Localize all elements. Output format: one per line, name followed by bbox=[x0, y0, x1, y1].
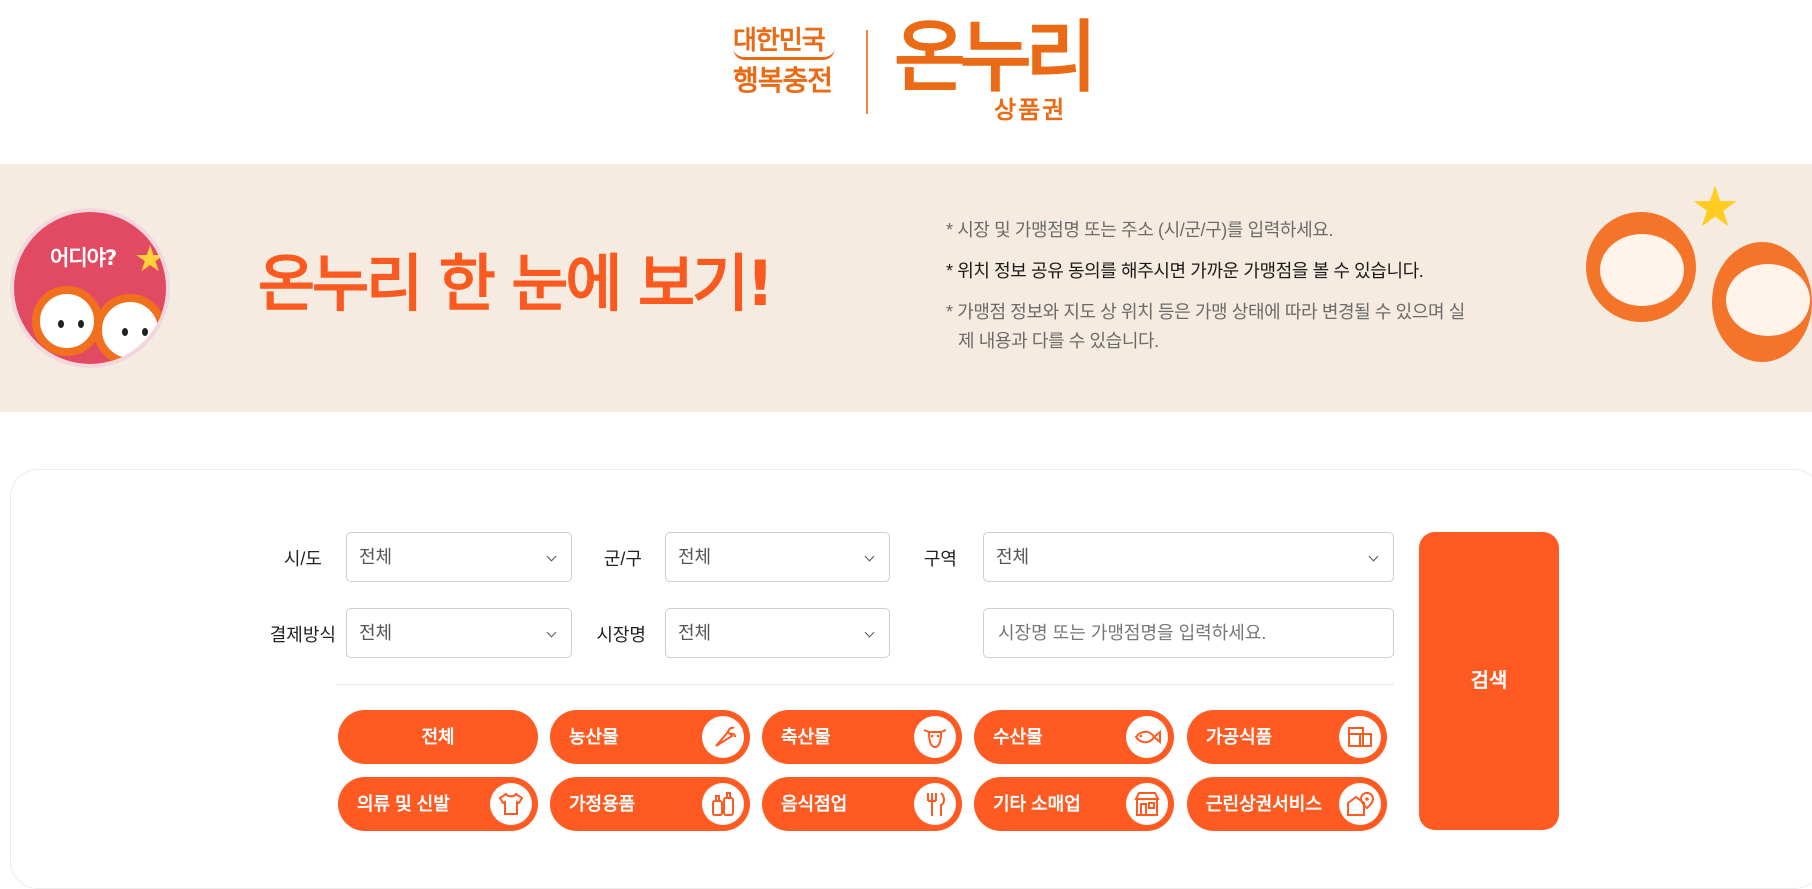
search-button[interactable]: 검색 bbox=[1419, 532, 1559, 830]
star-icon: ★ bbox=[134, 238, 167, 279]
market-label: 시장명 bbox=[596, 625, 646, 645]
gungu-value: 전체 bbox=[678, 547, 712, 567]
divider bbox=[336, 684, 1394, 685]
chevron-down-icon bbox=[864, 627, 875, 638]
happy-charge-logo[interactable]: 대한민국 행복충전 bbox=[733, 26, 843, 100]
category-label: 음식점업 bbox=[781, 794, 848, 814]
sido-value: 전체 bbox=[359, 547, 393, 567]
category-label: 가공식품 bbox=[1206, 727, 1273, 747]
cow-icon bbox=[914, 716, 956, 758]
payment-select[interactable]: 전체 bbox=[346, 608, 572, 658]
area-label: 구역 bbox=[923, 549, 957, 569]
mascot-icon bbox=[94, 294, 166, 364]
note-item: * 가맹점 정보와 지도 상 위치 등은 가맹 상태에 따라 변경될 수 있으며… bbox=[946, 302, 1465, 351]
mascot-icon bbox=[1712, 242, 1812, 362]
category-label: 축산물 bbox=[781, 727, 831, 747]
chevron-down-icon bbox=[1368, 551, 1379, 562]
cutlery-icon bbox=[914, 783, 956, 825]
category-seafood-button[interactable]: 수산물 bbox=[974, 710, 1174, 764]
banner-notes: * 시장 및 가맹점명 또는 주소 (시/군/구)를 입력하세요. * 위치 정… bbox=[946, 216, 1466, 368]
note-item: * 시장 및 가맹점명 또는 주소 (시/군/구)를 입력하세요. bbox=[946, 220, 1334, 240]
sido-select[interactable]: 전체 bbox=[346, 532, 572, 582]
category-label: 기타 소매업 bbox=[993, 794, 1081, 814]
onnuri-logo[interactable]: 온누리 상품권 bbox=[894, 12, 1097, 124]
logo-sub-text: 상품권 bbox=[994, 96, 1067, 124]
note-item: * 위치 정보 공유 동의를 해주시면 가까운 가맹점을 볼 수 있습니다. bbox=[946, 261, 1424, 281]
processed-food-icon bbox=[1339, 716, 1381, 758]
category-label: 전체 bbox=[421, 727, 455, 747]
fish-icon bbox=[1126, 716, 1168, 758]
category-neighborhood-service-button[interactable]: 근린상권서비스 bbox=[1187, 777, 1387, 831]
mascot-icon bbox=[1586, 212, 1696, 322]
logo-left-line2: 행복충전 bbox=[733, 64, 833, 97]
category-processed-food-button[interactable]: 가공식품 bbox=[1187, 710, 1387, 764]
category-all-button[interactable]: 전체 bbox=[338, 710, 538, 764]
location-shop-icon bbox=[1339, 783, 1381, 825]
where-badge: 어디야? ★ bbox=[10, 208, 170, 368]
sido-label: 시/도 bbox=[283, 549, 322, 569]
intro-banner: 어디야? ★ 온누리 한 눈에 보기! * 시장 및 가맹점명 또는 주소 (시… bbox=[0, 164, 1812, 412]
logo-divider bbox=[866, 30, 868, 114]
banner-title: 온누리 한 눈에 보기! bbox=[258, 247, 774, 320]
payment-label: 결제방식 bbox=[269, 625, 336, 645]
category-retail-button[interactable]: 기타 소매업 bbox=[974, 777, 1174, 831]
store-icon bbox=[1126, 783, 1168, 825]
category-label: 농산물 bbox=[569, 727, 619, 747]
site-header: 대한민국 행복충전 온누리 상품권 bbox=[0, 0, 1812, 164]
category-label: 가정용품 bbox=[569, 794, 636, 814]
chevron-down-icon bbox=[546, 627, 557, 638]
household-icon bbox=[702, 783, 744, 825]
vegetable-icon bbox=[702, 716, 744, 758]
category-restaurant-button[interactable]: 음식점업 bbox=[762, 777, 962, 831]
keyword-input[interactable]: 시장명 또는 가맹점명을 입력하세요. bbox=[983, 608, 1394, 658]
category-clothing-button[interactable]: 의류 및 신발 bbox=[338, 777, 538, 831]
badge-text: 어디야? bbox=[50, 246, 117, 270]
category-household-button[interactable]: 가정용품 bbox=[550, 777, 750, 831]
category-agriculture-button[interactable]: 농산물 bbox=[550, 710, 750, 764]
star-icon: ★ bbox=[1690, 175, 1741, 238]
payment-value: 전체 bbox=[359, 623, 393, 643]
gungu-select[interactable]: 전체 bbox=[665, 532, 890, 582]
clothing-icon bbox=[490, 783, 532, 825]
gungu-label: 군/구 bbox=[603, 549, 642, 569]
category-label: 의류 및 신발 bbox=[357, 794, 450, 814]
category-label: 근린상권서비스 bbox=[1206, 794, 1322, 814]
market-select[interactable]: 전체 bbox=[665, 608, 890, 658]
category-livestock-button[interactable]: 축산물 bbox=[762, 710, 962, 764]
category-label: 수산물 bbox=[993, 727, 1043, 747]
area-select[interactable]: 전체 bbox=[983, 532, 1394, 582]
area-value: 전체 bbox=[996, 547, 1030, 567]
mascot-icon bbox=[32, 286, 102, 356]
market-value: 전체 bbox=[678, 623, 712, 643]
